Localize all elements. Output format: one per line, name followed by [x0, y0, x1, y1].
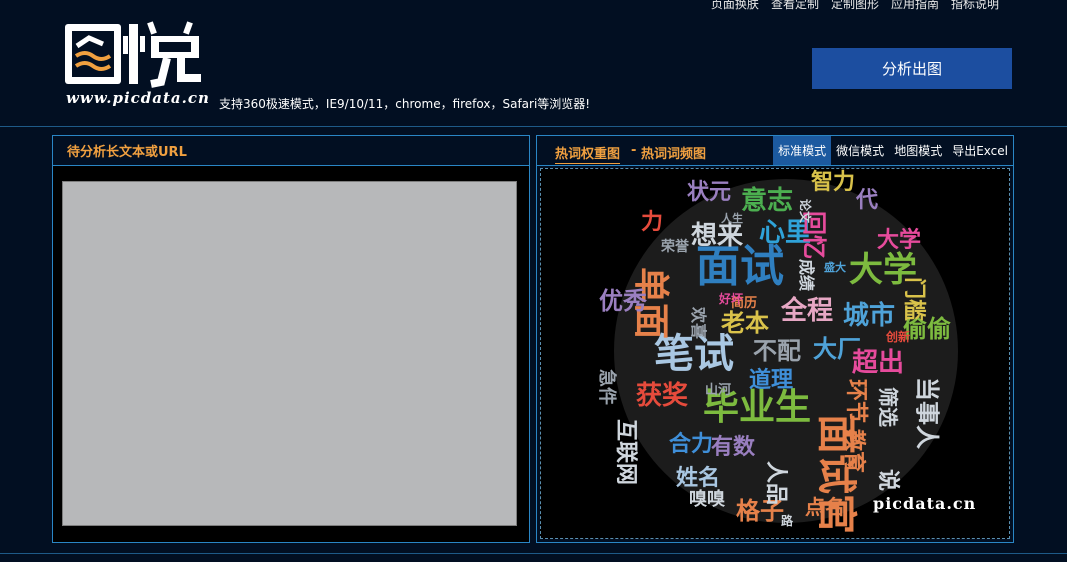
cloud-word: 门槛: [901, 277, 927, 321]
cloud-word: 嗅嗅: [689, 488, 725, 510]
cloud-word: 姓名: [676, 465, 720, 491]
cloud-word: 环节: [843, 379, 868, 423]
cloud-word: 获奖: [636, 380, 689, 411]
analyze-button[interactable]: 分析出图: [812, 48, 1012, 89]
header-divider: [0, 126, 1067, 127]
cloud-word: 欢喜: [689, 306, 708, 339]
mode-wechat[interactable]: 微信模式: [831, 136, 889, 165]
mode-standard[interactable]: 标准模式: [773, 136, 832, 165]
cloud-word: 不配: [753, 337, 801, 365]
cloud-word: 互联网: [613, 419, 638, 485]
wordcloud-canvas: 面试 笔试 单面 毕业生 面试官 大学 获奖 意志 想来 心里 全程 城市 老本 不配 大厂 超出 道理 合力 有数…: [540, 168, 1010, 539]
input-panel-body: [53, 166, 529, 542]
input-panel-title: 待分析长文本或URL: [53, 136, 529, 166]
cloud-word: 城市: [843, 300, 895, 331]
cloud-word: 优秀: [599, 287, 647, 315]
cloud-word: 当事人: [913, 377, 941, 449]
cloud-word: 急件: [596, 369, 618, 405]
cloud-word: 状元: [687, 180, 731, 205]
top-nav: 页面换肤 查看定制 定制图形 应用指南 指标说明: [711, 0, 999, 12]
nav-view-custom[interactable]: 查看定制: [771, 0, 819, 12]
cloud-word: 道理: [749, 367, 793, 393]
cloud-word: 力: [641, 210, 663, 235]
cloud-word: 山河: [705, 382, 731, 398]
cloud-word: 成绩: [797, 259, 816, 291]
cloud-word: 荣誉: [660, 238, 690, 255]
cloud-word: 创新: [885, 329, 910, 344]
wordcloud-panel-header: 热词权重图 - 热词词频图 标准模式 微信模式 地图模式 导出Excel: [537, 136, 1013, 166]
cloud-word: 有数: [711, 434, 756, 460]
title-separator: -: [631, 143, 637, 158]
cloud-word: 路: [781, 513, 794, 528]
cloud-word: 意志: [741, 185, 793, 216]
cloud-word: 合力: [669, 431, 713, 457]
cloud-word: 盛大: [824, 260, 846, 274]
cloud-word: 智力: [811, 169, 855, 195]
cloud-word: 人生: [721, 211, 743, 225]
cloud-word: 好坏: [718, 291, 743, 306]
nav-guide[interactable]: 应用指南: [891, 0, 939, 12]
cloud-word: 教育: [841, 429, 867, 473]
brand-url: www.picdata.cn: [66, 89, 210, 107]
cloud-word: 超出: [852, 348, 904, 378]
tab-hotword-frequency[interactable]: 热词词频图: [641, 143, 706, 162]
cloud-word: 全程: [780, 295, 833, 326]
wordcloud-svg: 面试笔试单面毕业生面试官大学获奖意志想来 心里全程 城市老本不配 大厂超出道理合力有数…: [596, 169, 958, 534]
long-text-input[interactable]: [62, 181, 517, 526]
export-excel[interactable]: 导出Excel: [947, 136, 1013, 165]
cloud-word: 论文: [798, 199, 813, 224]
footer-divider: [0, 553, 1067, 554]
nav-skin[interactable]: 页面换肤: [711, 0, 759, 12]
browser-support-note: 支持360极速模式，IE9/10/11，chrome，firefox，Safar…: [219, 97, 591, 111]
wordcloud-panel: 热词权重图 - 热词词频图 标准模式 微信模式 地图模式 导出Excel 面试笔…: [536, 135, 1014, 543]
cloud-word: 筛选: [876, 387, 900, 427]
mode-switcher: 标准模式 微信模式 地图模式 导出Excel: [773, 136, 1013, 165]
cloud-word: 老本: [721, 309, 769, 337]
cloud-word: 代: [855, 188, 878, 213]
cloud-word: 说: [875, 469, 901, 491]
watermark: picdata.cn: [873, 494, 977, 513]
cloud-word: 点名: [805, 495, 845, 519]
logo[interactable]: [63, 20, 205, 88]
nav-custom-shape[interactable]: 定制图形: [831, 0, 879, 12]
mode-map[interactable]: 地图模式: [889, 136, 947, 165]
cloud-word: 想来: [691, 221, 744, 251]
tab-hotword-weight[interactable]: 热词权重图: [555, 143, 621, 164]
nav-metrics[interactable]: 指标说明: [951, 0, 999, 12]
cloud-word: 人品: [763, 461, 788, 505]
cloud-word: 大学: [877, 227, 921, 253]
input-panel: 待分析长文本或URL: [52, 135, 530, 543]
